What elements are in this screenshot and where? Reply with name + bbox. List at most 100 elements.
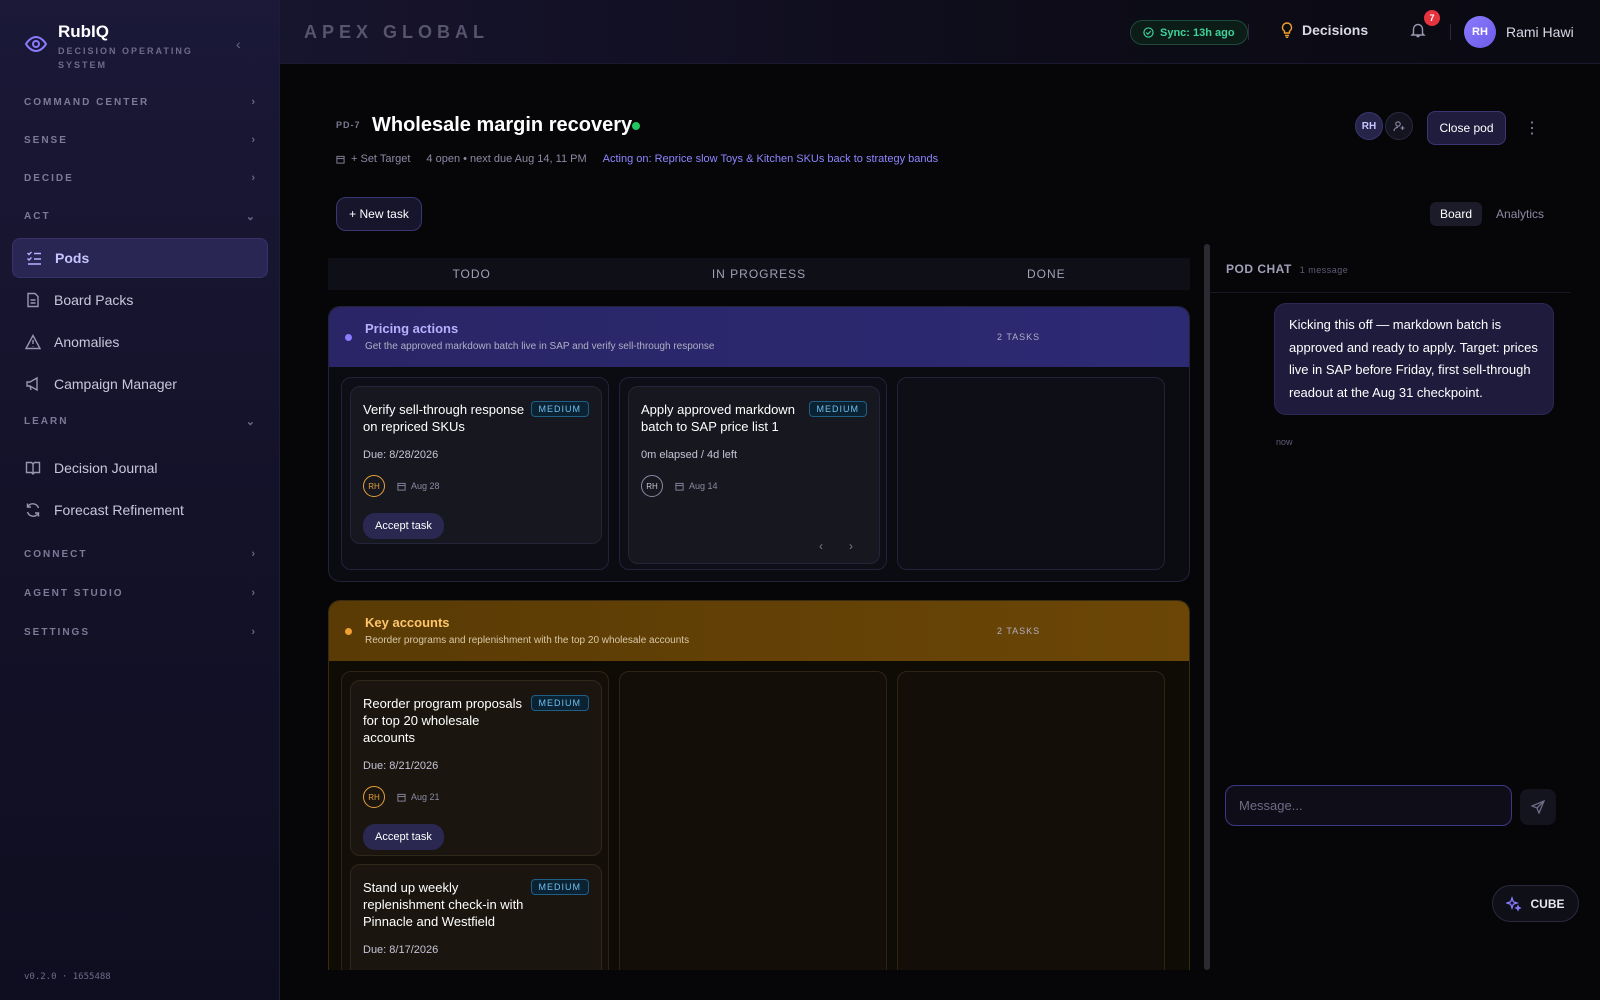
megaphone-icon	[24, 375, 42, 393]
brand[interactable]: RubIQ DECISION OPERATING SYSTEM	[24, 22, 198, 72]
card-pager: ‹ ›	[819, 539, 853, 553]
task-card[interactable]: Verify sell-through response on repriced…	[350, 386, 602, 544]
group-header[interactable]: Pricing actions Get the approved markdow…	[329, 307, 1189, 367]
task-date-label: Aug 21	[411, 792, 440, 802]
more-options-icon[interactable]: ⋮	[1524, 118, 1540, 138]
brand-name: RubIQ	[58, 22, 109, 41]
bell-icon[interactable]	[1410, 22, 1426, 43]
sidebar-item-decision-journal[interactable]: Decision Journal	[12, 448, 268, 488]
cube-label: CUBE	[1530, 896, 1565, 911]
chevron-right-icon: ›	[251, 626, 255, 638]
avatar: RH	[1464, 16, 1496, 48]
sidebar-item-label: Pods	[55, 250, 90, 266]
chat-message: Kicking this off — markdown batch is app…	[1274, 303, 1554, 415]
sidebar-item-label: Forecast Refinement	[54, 502, 184, 518]
board-scrollbar[interactable]	[1204, 244, 1210, 970]
lightbulb-icon	[1281, 22, 1293, 38]
tab-board[interactable]: Board	[1430, 202, 1483, 226]
check-circle-icon	[1143, 27, 1154, 38]
task-card[interactable]: Apply approved markdown batch to SAP pri…	[628, 386, 880, 564]
accept-task-button[interactable]: Accept task	[363, 824, 444, 850]
status-indicator	[632, 122, 640, 130]
group-color-dot	[345, 334, 352, 341]
app-root: RubIQ DECISION OPERATING SYSTEM ‹ COMMAN…	[0, 0, 1600, 1000]
chevron-right-icon: ›	[251, 96, 255, 108]
add-member-icon[interactable]	[1385, 112, 1413, 140]
sidebar-item-anomalies[interactable]: Anomalies	[12, 322, 268, 362]
assignee-avatar[interactable]: RH	[363, 475, 385, 497]
acting-on-link[interactable]: Acting on: Reprice slow Toys & Kitchen S…	[603, 153, 938, 165]
task-meta: RH Aug 14	[641, 475, 867, 497]
kanban-board: TODO IN PROGRESS DONE Pricing actions Ge…	[328, 242, 1194, 970]
assignee-avatar[interactable]: RH	[363, 786, 385, 808]
group-lanes: Verify sell-through response on repriced…	[341, 377, 1165, 570]
nav-section-act[interactable]: ACT ⌄	[24, 210, 255, 223]
task-date: Aug 14	[675, 481, 718, 491]
cube-assistant-button[interactable]: CUBE	[1492, 885, 1579, 922]
tab-analytics[interactable]: Analytics	[1486, 202, 1554, 226]
message-timestamp: now	[1276, 437, 1293, 447]
task-title: Apply approved markdown batch to SAP pri…	[641, 402, 795, 434]
nav-section-sense[interactable]: SENSE ›	[24, 134, 255, 146]
nav-section-label: SETTINGS	[24, 626, 91, 638]
task-title: Stand up weekly replenishment check-in w…	[363, 880, 524, 929]
collapse-sidebar-icon[interactable]: ‹	[236, 36, 241, 52]
sidebar-item-board-packs[interactable]: Board Packs	[12, 280, 268, 320]
task-card[interactable]: Reorder program proposals for top 20 who…	[350, 680, 602, 856]
chevron-left-icon[interactable]: ‹	[819, 539, 823, 553]
accept-task-button[interactable]: Accept task	[363, 513, 444, 539]
pod-id: PD-7	[336, 120, 361, 130]
lane-done	[897, 377, 1165, 570]
column-header-in-progress: IN PROGRESS	[711, 267, 807, 281]
chevron-right-icon: ›	[251, 548, 255, 560]
lane-todo: Reorder program proposals for top 20 who…	[341, 671, 609, 970]
priority-badge: MEDIUM	[530, 879, 589, 895]
calendar-icon	[675, 482, 684, 491]
nav-section-label: DECIDE	[24, 172, 74, 184]
assignee-avatar[interactable]: RH	[641, 475, 663, 497]
calendar-icon	[336, 155, 345, 164]
sync-status-badge[interactable]: Sync: 13h ago	[1130, 20, 1248, 45]
nav-section-label: COMMAND CENTER	[24, 96, 150, 108]
topbar: APEX GLOBAL Sync: 13h ago Decisions 7 RH…	[280, 0, 1600, 64]
nav-section-agent-studio[interactable]: AGENT STUDIO ›	[24, 587, 255, 599]
warning-icon	[24, 333, 42, 351]
nav-section-connect[interactable]: CONNECT ›	[24, 548, 255, 560]
version-label: v0.2.0 · 1655488	[24, 972, 111, 982]
task-title: Verify sell-through response on repriced…	[363, 402, 525, 434]
list-check-icon	[25, 249, 43, 267]
nav-section-label: ACT	[24, 211, 51, 222]
group-lanes: Reorder program proposals for top 20 who…	[341, 671, 1165, 970]
sync-label: Sync: 13h ago	[1160, 26, 1235, 39]
decisions-button[interactable]: Decisions	[1280, 22, 1368, 38]
task-due-date: Due: 8/21/2026	[363, 760, 439, 772]
nav-section-label: SENSE	[24, 134, 68, 146]
group-description: Get the approved markdown batch live in …	[365, 341, 715, 352]
nav-section-decide[interactable]: DECIDE ›	[24, 172, 255, 184]
task-date: Aug 28	[397, 481, 440, 491]
send-button[interactable]	[1520, 789, 1556, 825]
member-avatar[interactable]: RH	[1355, 112, 1383, 140]
chevron-right-icon[interactable]: ›	[849, 539, 853, 553]
nav-section-learn[interactable]: LEARN ⌄	[24, 415, 255, 428]
group-header[interactable]: Key accounts Reorder programs and replen…	[329, 601, 1189, 661]
sidebar-item-label: Decision Journal	[54, 460, 158, 476]
set-target-button[interactable]: + Set Target	[336, 153, 410, 165]
nav-section-settings[interactable]: SETTINGS ›	[24, 626, 255, 638]
nav-section-label: CONNECT	[24, 548, 88, 560]
nav-section-command-center[interactable]: COMMAND CENTER ›	[24, 96, 255, 108]
task-date-label: Aug 28	[411, 481, 440, 491]
open-summary: 4 open • next due Aug 14, 11 PM	[426, 153, 587, 165]
divider	[1210, 292, 1570, 293]
sidebar-item-forecast-refinement[interactable]: Forecast Refinement	[12, 490, 268, 530]
sidebar-item-campaign-manager[interactable]: Campaign Manager	[12, 364, 268, 404]
task-card[interactable]: Stand up weekly replenishment check-in w…	[350, 864, 602, 970]
new-task-button[interactable]: + New task	[336, 197, 422, 231]
divider	[1450, 24, 1451, 40]
sidebar-item-pods[interactable]: Pods	[12, 238, 268, 278]
close-pod-button[interactable]: Close pod	[1427, 111, 1506, 145]
org-name: APEX GLOBAL	[304, 22, 490, 42]
message-input[interactable]	[1225, 785, 1512, 826]
pod-chat-header: POD CHAT 1 message	[1226, 262, 1348, 276]
user-menu[interactable]: RH Rami Hawi	[1464, 16, 1574, 48]
